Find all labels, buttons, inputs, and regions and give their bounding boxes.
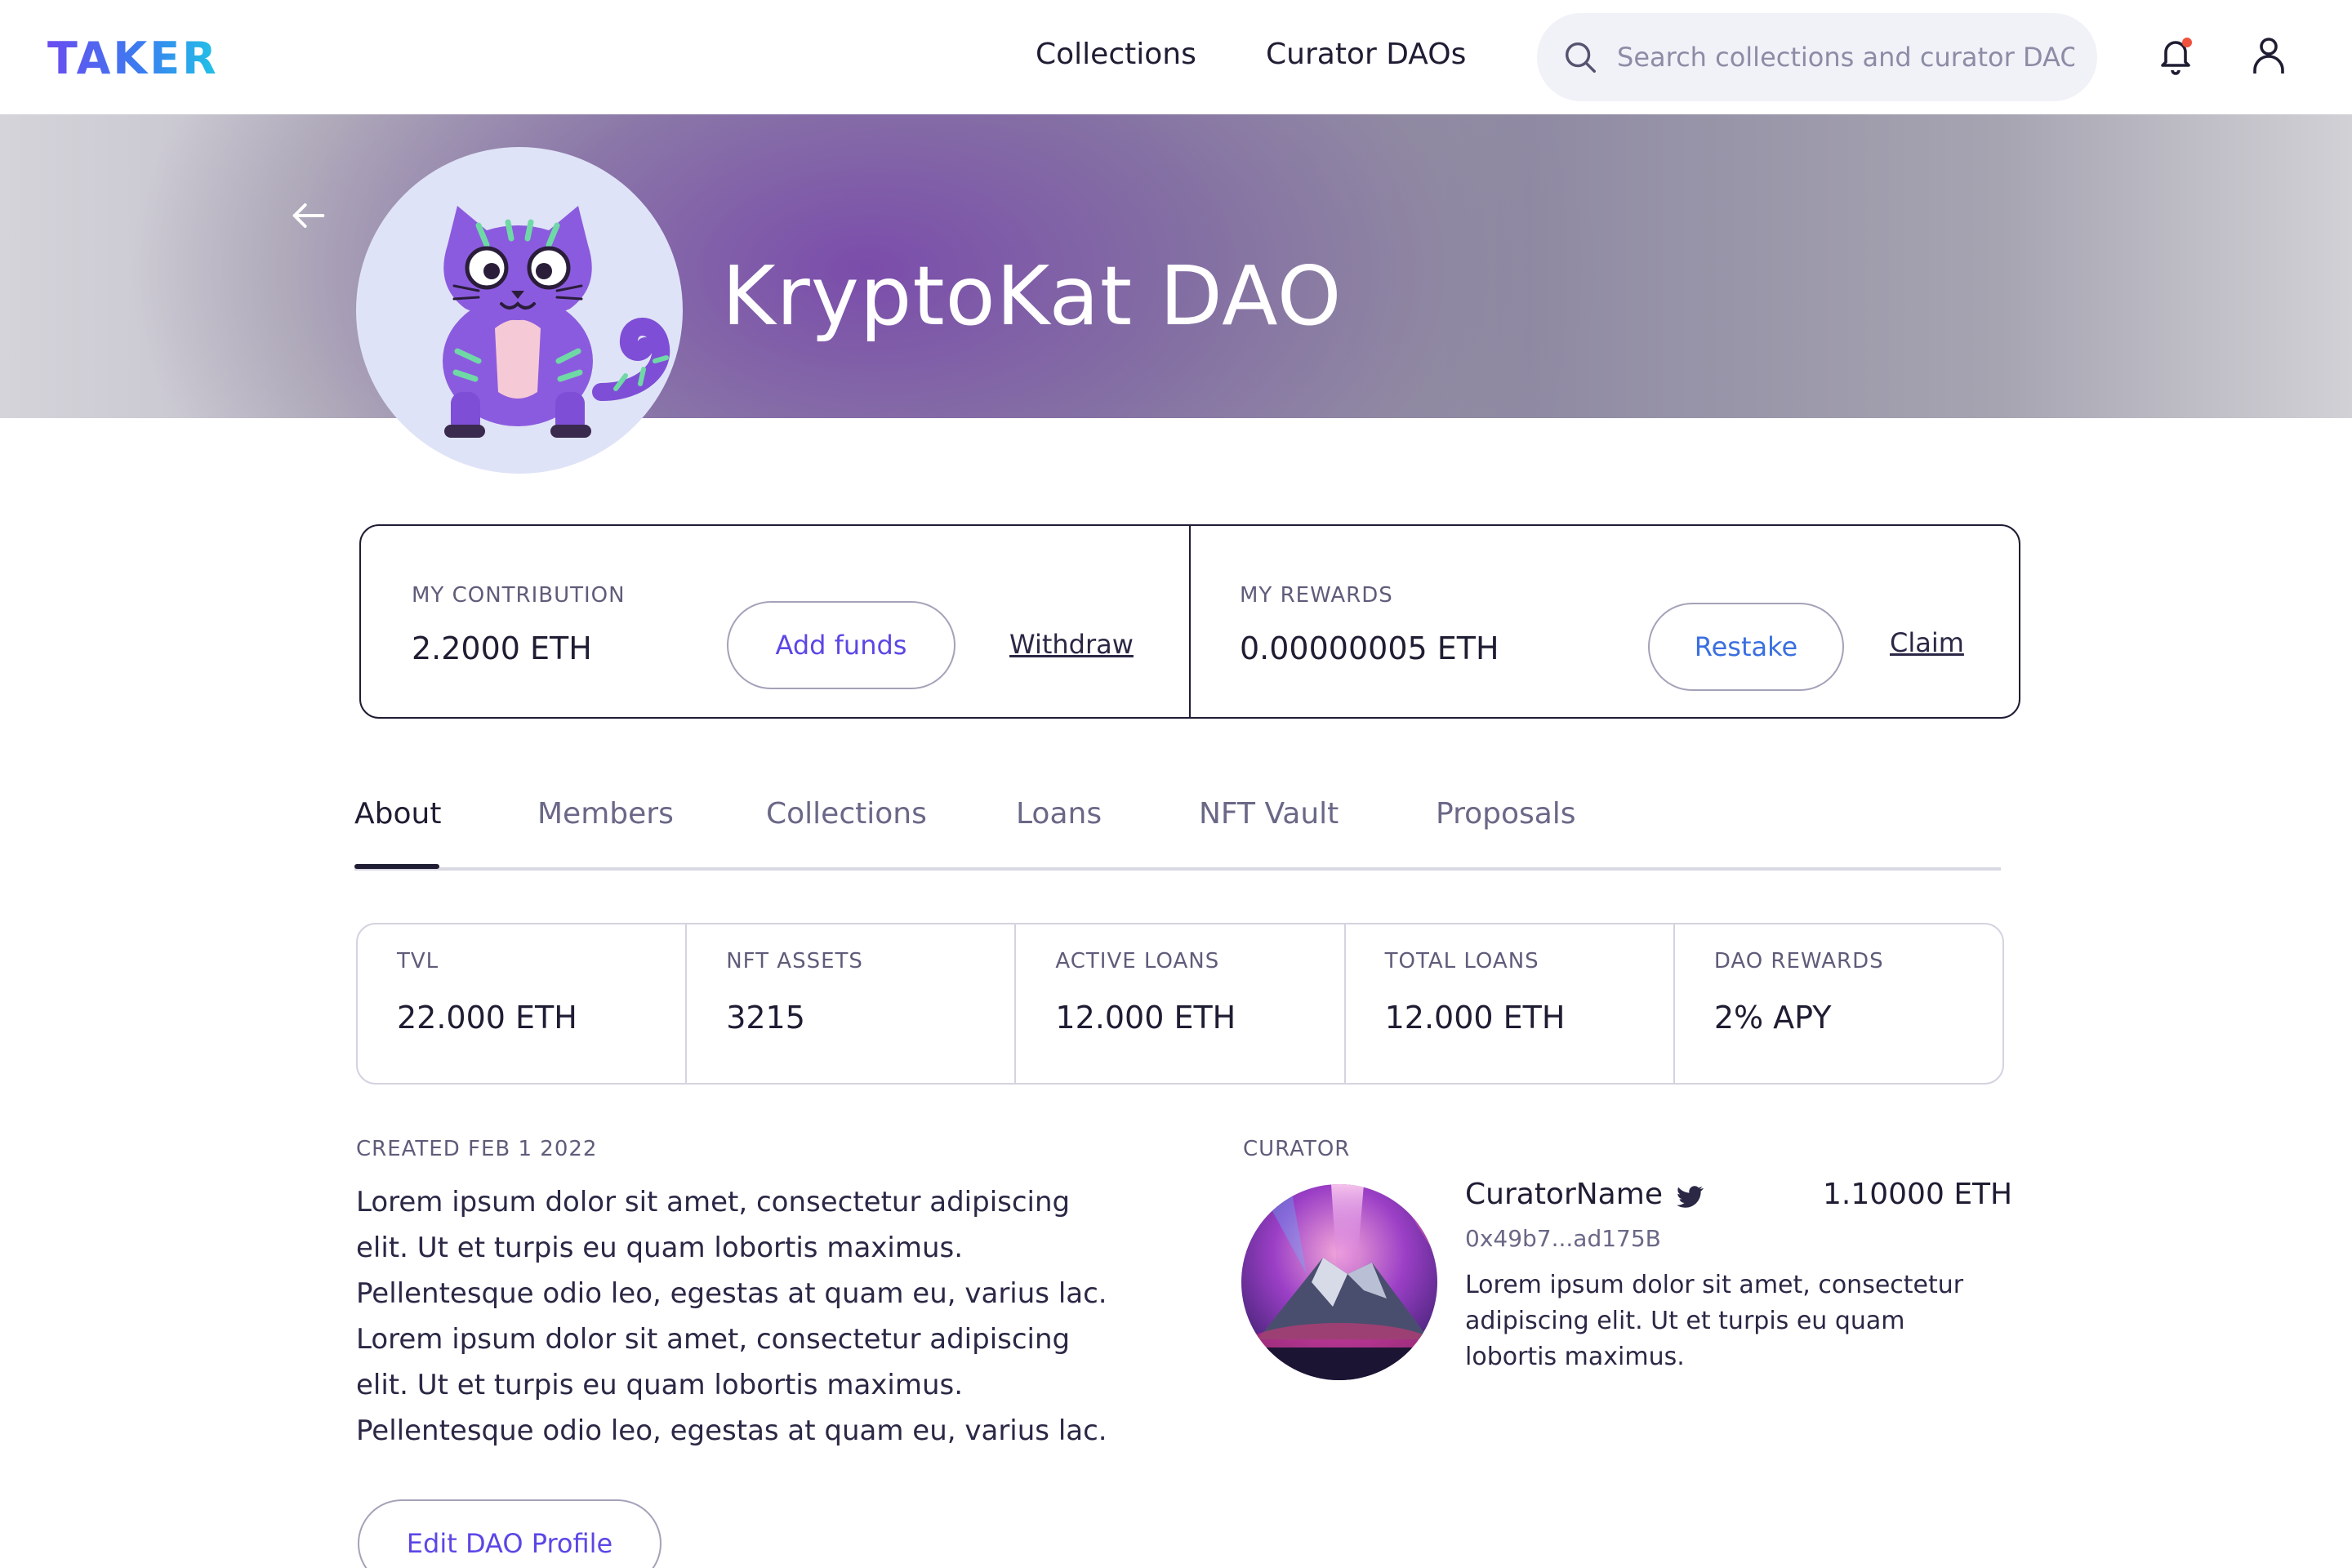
top-nav-bar: TAKER Collections Curator DAOs [0, 0, 2352, 114]
kitty-illustration [443, 206, 670, 438]
stat-value: 12.000 ETH [1384, 1000, 1566, 1036]
stat-nft-assets: NFT ASSETS 3215 [687, 924, 1017, 1083]
tabs-divider [354, 867, 2001, 871]
stat-label: ACTIVE LOANS [1055, 949, 1220, 973]
mountain-artwork [1241, 1184, 1437, 1380]
curator-eth-amount: 1.10000 ETH [1823, 1178, 2013, 1211]
taker-logo[interactable]: TAKER [47, 33, 219, 84]
restake-button[interactable]: Restake [1648, 603, 1844, 691]
user-icon [2253, 38, 2284, 74]
curator-avatar[interactable] [1241, 1184, 1437, 1380]
tab-members[interactable]: Members [537, 797, 674, 831]
dao-stats-card: TVL 22.000 ETH NFT ASSETS 3215 ACTIVE LO… [356, 923, 2004, 1085]
notifications-button[interactable] [2149, 29, 2202, 82]
twitter-icon[interactable] [1674, 1181, 1705, 1212]
stat-tvl: TVL 22.000 ETH [358, 924, 688, 1083]
stat-active-loans: ACTIVE LOANS 12.000 ETH [1016, 924, 1346, 1083]
nav-curator-daos-link[interactable]: Curator DAOs [1266, 38, 1466, 71]
stat-label: TVL [397, 949, 439, 973]
stat-label: TOTAL LOANS [1384, 949, 1539, 973]
dao-title: KryptoKat DAO [722, 248, 1343, 344]
dao-avatar [356, 147, 683, 474]
stat-value: 22.000 ETH [397, 1000, 577, 1036]
curator-label: CURATOR [1243, 1137, 1351, 1161]
tab-about[interactable]: About [354, 797, 441, 831]
tab-nft-vault[interactable]: NFT Vault [1199, 797, 1339, 831]
search-bar[interactable] [1537, 13, 2097, 101]
stat-value: 3215 [726, 1000, 805, 1036]
withdraw-link[interactable]: Withdraw [1009, 629, 1134, 660]
notification-dot [2182, 38, 2192, 47]
tab-loans[interactable]: Loans [1016, 797, 1102, 831]
search-input[interactable] [1617, 42, 2074, 73]
tab-collections[interactable]: Collections [766, 797, 927, 831]
add-funds-button[interactable]: Add funds [727, 601, 956, 689]
tab-proposals[interactable]: Proposals [1436, 797, 1576, 831]
edit-dao-profile-button[interactable]: Edit DAO Profile [358, 1499, 662, 1568]
contribution-rewards-card: MY CONTRIBUTION 2.2000 ETH Add funds Wit… [359, 524, 2020, 719]
active-tab-indicator [354, 864, 439, 869]
stat-value: 12.000 ETH [1055, 1000, 1236, 1036]
my-contribution-label: MY CONTRIBUTION [412, 583, 626, 608]
curator-name[interactable]: CuratorName [1465, 1178, 1663, 1211]
back-arrow-icon[interactable] [287, 194, 330, 237]
stat-total-loans: TOTAL LOANS 12.000 ETH [1346, 924, 1675, 1083]
dao-tabs: About Members Collections Loans NFT Vaul… [354, 797, 2001, 871]
claim-link[interactable]: Claim [1890, 627, 1964, 658]
profile-button[interactable] [2243, 29, 2295, 82]
nav-collections-link[interactable]: Collections [1036, 38, 1196, 71]
curator-wallet-address[interactable]: 0x49b7...ad175B [1465, 1225, 1661, 1252]
stat-value: 2% APY [1713, 1000, 1832, 1036]
card-divider [1189, 526, 1191, 717]
stat-label: DAO REWARDS [1713, 949, 1884, 973]
created-date: CREATED FEB 1 2022 [356, 1137, 598, 1161]
my-rewards-value: 0.00000005 ETH [1240, 630, 1499, 666]
dao-description: Lorem ipsum dolor sit amet, consectetur … [356, 1186, 1107, 1447]
stat-label: NFT ASSETS [726, 949, 863, 973]
my-rewards-label: MY REWARDS [1240, 583, 1393, 608]
stat-dao-rewards: DAO REWARDS 2% APY [1675, 924, 2002, 1083]
search-icon [1565, 42, 1596, 73]
curator-bio: Lorem ipsum dolor sit amet, consectetur … [1465, 1271, 1964, 1371]
my-contribution-value: 2.2000 ETH [412, 630, 592, 666]
